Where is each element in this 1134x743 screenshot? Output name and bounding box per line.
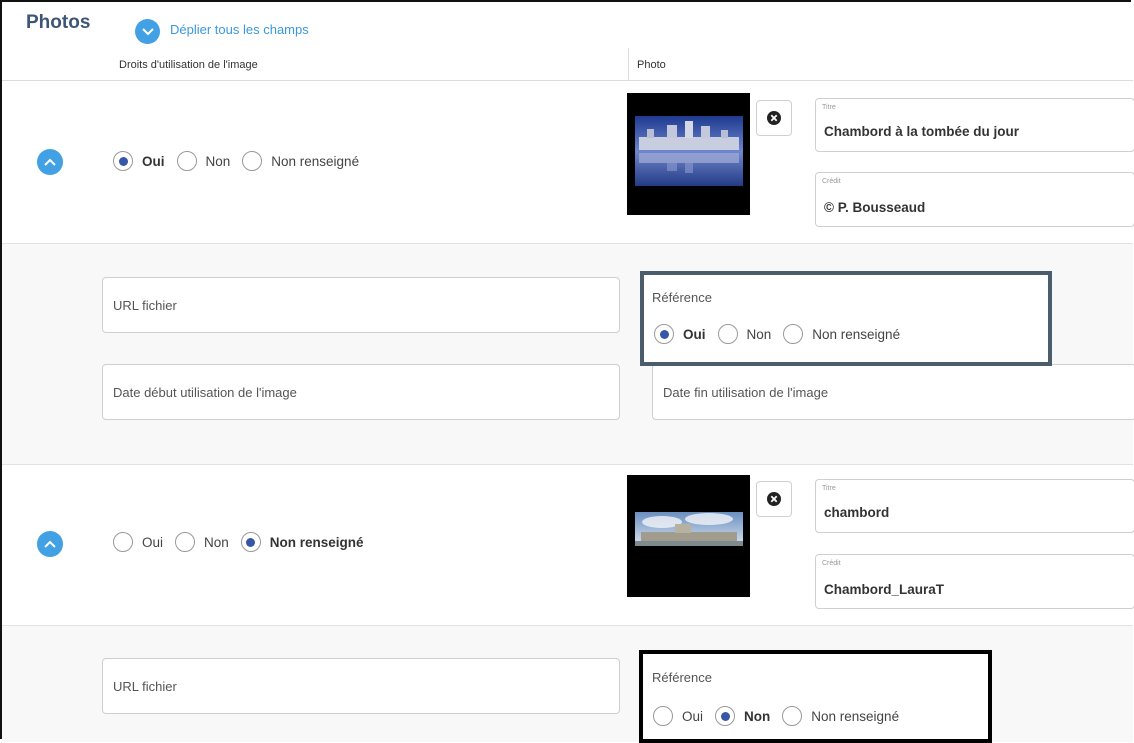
expand-all-link[interactable]: Déplier tous les champs [170,22,309,37]
chevron-down-icon [141,27,154,35]
column-divider [628,48,629,80]
url-file-input-1[interactable]: URL fichier [102,277,620,333]
chateau-image [627,93,750,215]
reference-box-1: Référence Oui Non Non renseigné [640,271,1052,366]
credit-field-1[interactable]: Crédit © P. Bousseaud [815,172,1134,227]
rights-2-option-oui[interactable]: Oui [113,532,163,552]
rights-radio-group-1: Oui Non Non renseigné [113,151,371,171]
title-field-2[interactable]: Titre chambord [815,479,1134,533]
photos-panel: Photos Déplier tous les champs Droits d'… [0,0,1134,743]
close-icon [767,492,781,506]
rights-1-option-non-renseigne[interactable]: Non renseigné [242,151,359,171]
reference-radio-group-2: Oui Non Non renseigné [653,706,911,726]
chevron-up-icon [44,540,56,548]
column-header-rights: Droits d'utilisation de l'image [119,59,258,71]
collapse-row-2-button[interactable] [37,531,63,557]
rights-1-option-oui[interactable]: Oui [113,151,165,171]
remove-photo-2-button[interactable] [756,481,792,517]
date-end-input-1[interactable]: Date fin utilisation de l'image [652,364,1134,420]
rights-2-option-non[interactable]: Non [175,532,229,552]
photo-thumbnail-1[interactable] [627,93,750,215]
reference-1-option-non-renseigne[interactable]: Non renseigné [783,324,900,344]
column-header-photo: Photo [637,59,666,71]
header-divider [2,80,1133,81]
chevron-up-icon [44,158,56,166]
close-icon [767,111,781,125]
reference-label-1: Référence [652,290,712,305]
url-file-input-2[interactable]: URL fichier [102,658,620,714]
remove-photo-1-button[interactable] [756,100,792,136]
reference-2-option-non-renseigne[interactable]: Non renseigné [782,706,899,726]
date-start-input-1[interactable]: Date début utilisation de l'image [102,364,620,420]
collapse-row-1-button[interactable] [37,149,63,175]
reference-label-2: Référence [652,670,712,685]
reference-radio-group-1: Oui Non Non renseigné [654,324,912,344]
reference-box-2: Référence Oui Non Non renseigné [639,650,992,743]
credit-field-2[interactable]: Crédit Chambord_LauraT [815,554,1134,609]
chateau-image [627,475,750,597]
title-field-1[interactable]: Titre Chambord à la tombée du jour [815,98,1134,152]
section-title: Photos [26,12,91,33]
reference-1-option-oui[interactable]: Oui [654,324,706,344]
reference-1-option-non[interactable]: Non [717,324,771,344]
rights-radio-group-2: Oui Non Non renseigné [113,532,376,552]
photo-thumbnail-2[interactable] [627,475,750,597]
reference-2-option-oui[interactable]: Oui [653,706,703,726]
rights-2-option-non-renseigne[interactable]: Non renseigné [240,532,364,552]
rights-1-option-non[interactable]: Non [176,151,230,171]
expand-all-button[interactable] [135,19,160,44]
reference-2-option-non[interactable]: Non [715,706,770,726]
